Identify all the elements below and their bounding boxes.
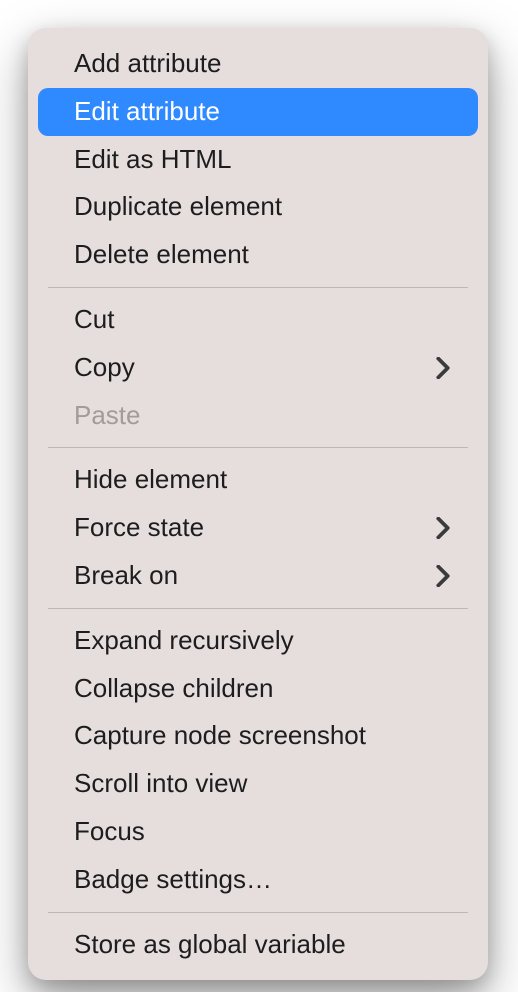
chevron-right-icon	[436, 517, 450, 539]
menu-item-force-state[interactable]: Force state	[38, 504, 478, 552]
menu-item-label: Copy	[74, 351, 135, 385]
menu-item-label: Break on	[74, 559, 178, 593]
menu-item-copy[interactable]: Copy	[38, 344, 478, 392]
menu-item-label: Force state	[74, 511, 204, 545]
menu-item-cut[interactable]: Cut	[38, 296, 478, 344]
menu-separator	[48, 608, 468, 609]
menu-item-label: Expand recursively	[74, 624, 294, 658]
menu-item-label: Focus	[74, 815, 145, 849]
menu-item-label: Duplicate element	[74, 190, 282, 224]
chevron-right-icon	[436, 565, 450, 587]
menu-item-store-as-global-variable[interactable]: Store as global variable	[38, 921, 478, 969]
menu-item-edit-attribute[interactable]: Edit attribute	[38, 88, 478, 136]
menu-item-label: Scroll into view	[74, 767, 247, 801]
menu-separator	[48, 447, 468, 448]
menu-item-label: Delete element	[74, 238, 249, 272]
menu-item-add-attribute[interactable]: Add attribute	[38, 40, 478, 88]
menu-item-duplicate-element[interactable]: Duplicate element	[38, 183, 478, 231]
chevron-right-icon	[436, 357, 450, 379]
menu-item-label: Collapse children	[74, 672, 273, 706]
menu-separator	[48, 912, 468, 913]
menu-item-paste: Paste	[38, 392, 478, 440]
menu-item-scroll-into-view[interactable]: Scroll into view	[38, 760, 478, 808]
menu-item-hide-element[interactable]: Hide element	[38, 456, 478, 504]
menu-item-label: Edit as HTML	[74, 143, 232, 177]
menu-item-label: Cut	[74, 303, 114, 337]
menu-item-edit-as-html[interactable]: Edit as HTML	[38, 136, 478, 184]
menu-item-capture-node-screenshot[interactable]: Capture node screenshot	[38, 712, 478, 760]
menu-item-collapse-children[interactable]: Collapse children	[38, 665, 478, 713]
menu-item-break-on[interactable]: Break on	[38, 552, 478, 600]
menu-item-focus[interactable]: Focus	[38, 808, 478, 856]
menu-item-label: Edit attribute	[74, 95, 220, 129]
menu-item-label: Badge settings…	[74, 863, 272, 897]
menu-separator	[48, 287, 468, 288]
menu-item-delete-element[interactable]: Delete element	[38, 231, 478, 279]
menu-item-label: Capture node screenshot	[74, 719, 366, 753]
menu-item-label: Paste	[74, 399, 141, 433]
menu-item-label: Add attribute	[74, 47, 221, 81]
menu-item-label: Store as global variable	[74, 928, 346, 962]
context-menu[interactable]: Add attribute Edit attribute Edit as HTML D…	[28, 28, 488, 980]
menu-item-expand-recursively[interactable]: Expand recursively	[38, 617, 478, 665]
menu-item-label: Hide element	[74, 463, 227, 497]
menu-item-badge-settings[interactable]: Badge settings…	[38, 856, 478, 904]
